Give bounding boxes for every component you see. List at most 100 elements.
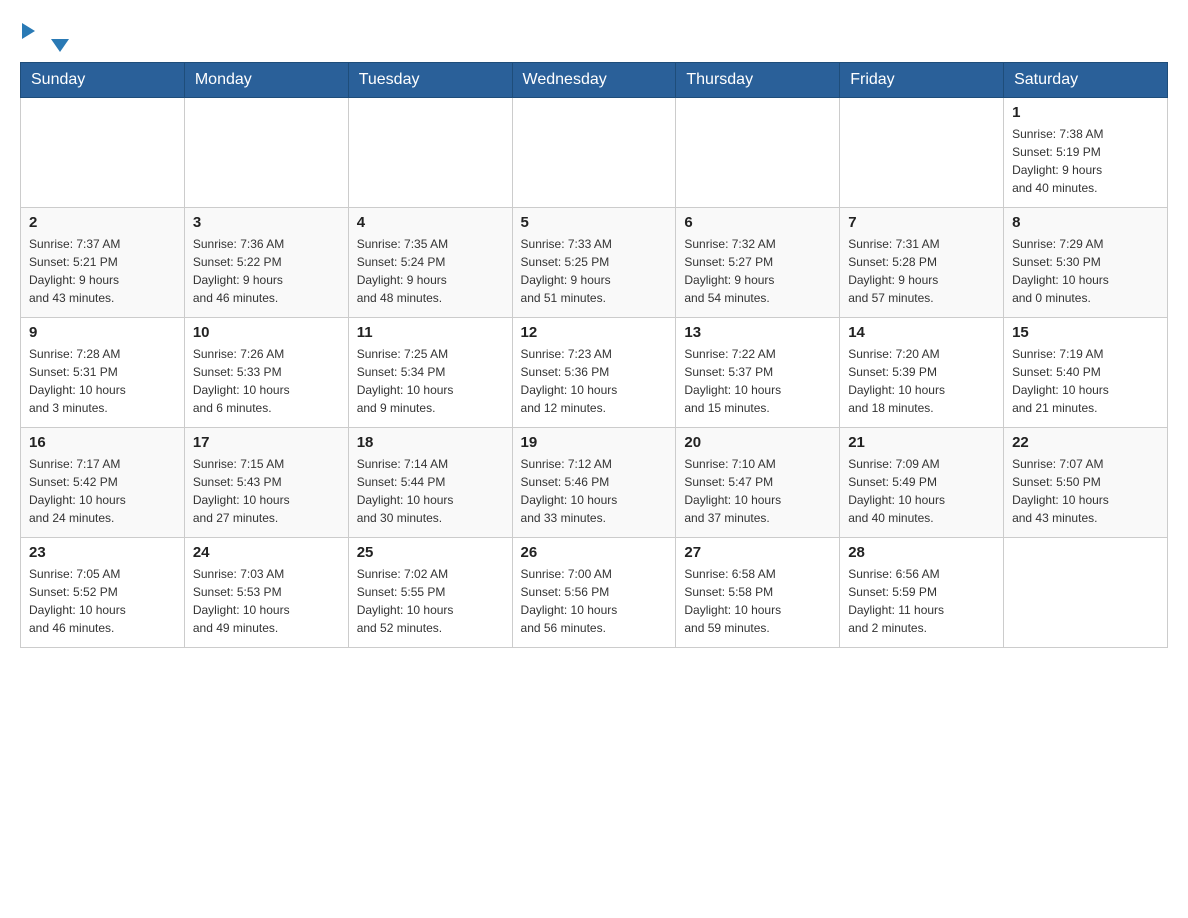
calendar-cell — [840, 98, 1004, 208]
day-info: Sunrise: 7:10 AM Sunset: 5:47 PM Dayligh… — [684, 455, 831, 527]
logo-arrow-icon — [22, 23, 35, 39]
day-number: 15 — [1012, 324, 1159, 341]
day-info: Sunrise: 7:12 AM Sunset: 5:46 PM Dayligh… — [521, 455, 668, 527]
day-info: Sunrise: 7:31 AM Sunset: 5:28 PM Dayligh… — [848, 235, 995, 307]
day-number: 4 — [357, 214, 504, 231]
calendar-cell: 19 Sunrise: 7:12 AM Sunset: 5:46 PM Dayli… — [512, 428, 676, 538]
day-header-friday: Friday — [840, 63, 1004, 98]
day-info: Sunrise: 7:15 AM Sunset: 5:43 PM Dayligh… — [193, 455, 340, 527]
day-info: Sunrise: 7:38 AM Sunset: 5:19 PM Dayligh… — [1012, 125, 1159, 197]
day-number: 8 — [1012, 214, 1159, 231]
day-header-sunday: Sunday — [21, 63, 185, 98]
calendar-cell: 10 Sunrise: 7:26 AM Sunset: 5:33 PM Dayli… — [184, 318, 348, 428]
calendar-cell: 4 Sunrise: 7:35 AM Sunset: 5:24 PM Daylig… — [348, 208, 512, 318]
day-info: Sunrise: 7:25 AM Sunset: 5:34 PM Dayligh… — [357, 345, 504, 417]
day-info: Sunrise: 7:19 AM Sunset: 5:40 PM Dayligh… — [1012, 345, 1159, 417]
calendar-cell: 15 Sunrise: 7:19 AM Sunset: 5:40 PM Dayli… — [1004, 318, 1168, 428]
week-row-1: 1 Sunrise: 7:38 AM Sunset: 5:19 PM Daylig… — [21, 98, 1168, 208]
day-number: 3 — [193, 214, 340, 231]
calendar-cell: 9 Sunrise: 7:28 AM Sunset: 5:31 PM Daylig… — [21, 318, 185, 428]
logo — [20, 20, 69, 52]
day-header-monday: Monday — [184, 63, 348, 98]
day-header-wednesday: Wednesday — [512, 63, 676, 98]
week-row-5: 23Sunrise: 7:05 AM Sunset: 5:52 PM Dayli… — [21, 538, 1168, 648]
calendar-cell — [676, 98, 840, 208]
calendar-cell: 20 Sunrise: 7:10 AM Sunset: 5:47 PM Dayli… — [676, 428, 840, 538]
day-number: 25 — [357, 544, 504, 561]
day-number: 28 — [848, 544, 995, 561]
day-info: Sunrise: 7:05 AM Sunset: 5:52 PM Dayligh… — [29, 565, 176, 637]
calendar-cell: 28Sunrise: 6:56 AM Sunset: 5:59 PM Dayli… — [840, 538, 1004, 648]
day-info: Sunrise: 7:17 AM Sunset: 5:42 PM Dayligh… — [29, 455, 176, 527]
week-row-2: 2 Sunrise: 7:37 AM Sunset: 5:21 PM Daylig… — [21, 208, 1168, 318]
calendar-cell — [21, 98, 185, 208]
day-header-tuesday: Tuesday — [348, 63, 512, 98]
calendar-cell — [1004, 538, 1168, 648]
day-number: 14 — [848, 324, 995, 341]
day-info: Sunrise: 7:22 AM Sunset: 5:37 PM Dayligh… — [684, 345, 831, 417]
day-number: 10 — [193, 324, 340, 341]
day-number: 12 — [521, 324, 668, 341]
day-number: 2 — [29, 214, 176, 231]
calendar-cell: 3 Sunrise: 7:36 AM Sunset: 5:22 PM Daylig… — [184, 208, 348, 318]
day-info: Sunrise: 6:58 AM Sunset: 5:58 PM Dayligh… — [684, 565, 831, 637]
day-info: Sunrise: 7:37 AM Sunset: 5:21 PM Dayligh… — [29, 235, 176, 307]
calendar-cell: 5 Sunrise: 7:33 AM Sunset: 5:25 PM Daylig… — [512, 208, 676, 318]
calendar-cell: 2 Sunrise: 7:37 AM Sunset: 5:21 PM Daylig… — [21, 208, 185, 318]
calendar-cell: 8 Sunrise: 7:29 AM Sunset: 5:30 PM Daylig… — [1004, 208, 1168, 318]
calendar-cell: 6 Sunrise: 7:32 AM Sunset: 5:27 PM Daylig… — [676, 208, 840, 318]
day-number: 21 — [848, 434, 995, 451]
day-info: Sunrise: 7:28 AM Sunset: 5:31 PM Dayligh… — [29, 345, 176, 417]
day-number: 17 — [193, 434, 340, 451]
day-info: Sunrise: 7:32 AM Sunset: 5:27 PM Dayligh… — [684, 235, 831, 307]
day-info: Sunrise: 7:20 AM Sunset: 5:39 PM Dayligh… — [848, 345, 995, 417]
day-info: Sunrise: 7:00 AM Sunset: 5:56 PM Dayligh… — [521, 565, 668, 637]
day-number: 13 — [684, 324, 831, 341]
day-info: Sunrise: 7:35 AM Sunset: 5:24 PM Dayligh… — [357, 235, 504, 307]
day-number: 7 — [848, 214, 995, 231]
day-number: 26 — [521, 544, 668, 561]
calendar-cell: 1 Sunrise: 7:38 AM Sunset: 5:19 PM Daylig… — [1004, 98, 1168, 208]
day-info: Sunrise: 7:33 AM Sunset: 5:25 PM Dayligh… — [521, 235, 668, 307]
calendar-cell: 25 Sunrise: 7:02 AM Sunset: 5:55 PM Dayli… — [348, 538, 512, 648]
day-number: 22 — [1012, 434, 1159, 451]
day-number: 5 — [521, 214, 668, 231]
day-info: Sunrise: 7:29 AM Sunset: 5:30 PM Dayligh… — [1012, 235, 1159, 307]
calendar-cell: 24Sunrise: 7:03 AM Sunset: 5:53 PM Dayli… — [184, 538, 348, 648]
day-number: 6 — [684, 214, 831, 231]
day-header-saturday: Saturday — [1004, 63, 1168, 98]
day-number: 18 — [357, 434, 504, 451]
day-info: Sunrise: 7:09 AM Sunset: 5:49 PM Dayligh… — [848, 455, 995, 527]
day-header-thursday: Thursday — [676, 63, 840, 98]
calendar-cell: 7 Sunrise: 7:31 AM Sunset: 5:28 PM Daylig… — [840, 208, 1004, 318]
calendar-cell — [512, 98, 676, 208]
calendar-cell: 17 Sunrise: 7:15 AM Sunset: 5:43 PM Dayli… — [184, 428, 348, 538]
calendar-cell: 21 Sunrise: 7:09 AM Sunset: 5:49 PM Dayli… — [840, 428, 1004, 538]
day-info: Sunrise: 7:02 AM Sunset: 5:55 PM Dayligh… — [357, 565, 504, 637]
day-number: 9 — [29, 324, 176, 341]
day-number: 27 — [684, 544, 831, 561]
calendar-cell — [348, 98, 512, 208]
day-number: 20 — [684, 434, 831, 451]
calendar-cell: 22 Sunrise: 7:07 AM Sunset: 5:50 PM Dayli… — [1004, 428, 1168, 538]
days-header-row: SundayMondayTuesdayWednesdayThursdayFrid… — [21, 63, 1168, 98]
logo-triangle-icon — [51, 39, 69, 52]
calendar-cell: 16Sunrise: 7:17 AM Sunset: 5:42 PM Dayli… — [21, 428, 185, 538]
day-info: Sunrise: 7:23 AM Sunset: 5:36 PM Dayligh… — [521, 345, 668, 417]
day-info: Sunrise: 7:03 AM Sunset: 5:53 PM Dayligh… — [193, 565, 340, 637]
calendar-cell: 23Sunrise: 7:05 AM Sunset: 5:52 PM Dayli… — [21, 538, 185, 648]
day-number: 19 — [521, 434, 668, 451]
day-info: Sunrise: 7:36 AM Sunset: 5:22 PM Dayligh… — [193, 235, 340, 307]
calendar-table: SundayMondayTuesdayWednesdayThursdayFrid… — [20, 62, 1168, 648]
page-header — [20, 20, 1168, 52]
day-info: Sunrise: 7:07 AM Sunset: 5:50 PM Dayligh… — [1012, 455, 1159, 527]
day-info: Sunrise: 7:26 AM Sunset: 5:33 PM Dayligh… — [193, 345, 340, 417]
week-row-4: 16Sunrise: 7:17 AM Sunset: 5:42 PM Dayli… — [21, 428, 1168, 538]
calendar-cell: 18Sunrise: 7:14 AM Sunset: 5:44 PM Dayli… — [348, 428, 512, 538]
calendar-cell: 12 Sunrise: 7:23 AM Sunset: 5:36 PM Dayli… — [512, 318, 676, 428]
day-number: 1 — [1012, 104, 1159, 121]
calendar-cell — [184, 98, 348, 208]
calendar-cell: 11 Sunrise: 7:25 AM Sunset: 5:34 PM Dayli… — [348, 318, 512, 428]
day-number: 11 — [357, 324, 504, 341]
calendar-cell: 26 Sunrise: 7:00 AM Sunset: 5:56 PM Dayli… — [512, 538, 676, 648]
